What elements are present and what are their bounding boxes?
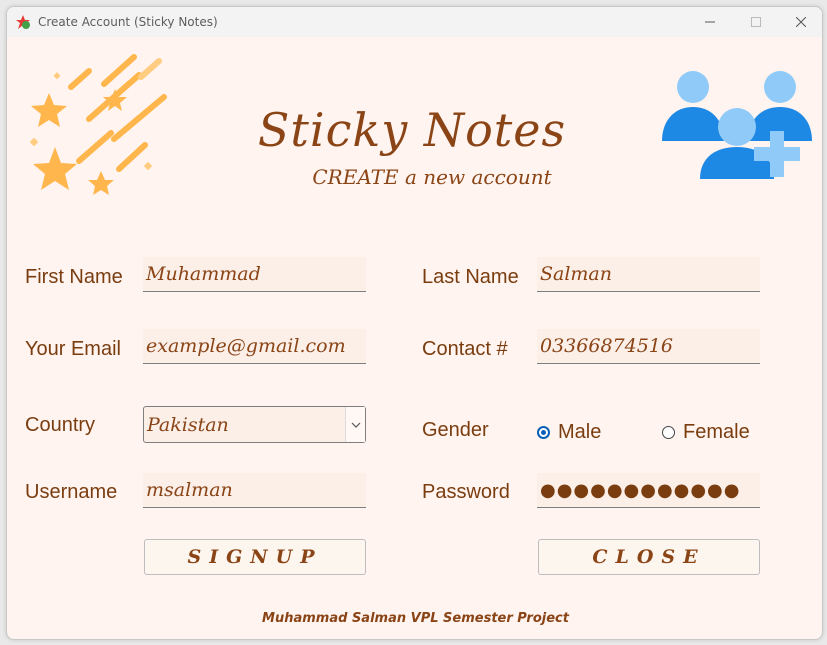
last-name-label: Last Name	[422, 266, 519, 288]
gender-female-label: Female	[683, 421, 750, 443]
maximize-icon	[751, 17, 761, 27]
minimize-button[interactable]	[687, 7, 733, 37]
gender-male-label: Male	[558, 421, 602, 443]
minimize-icon	[705, 21, 715, 23]
radio-checked-icon	[537, 426, 550, 439]
add-users-icon	[662, 71, 812, 179]
email-field[interactable]: example@gmail.com	[143, 329, 366, 364]
first-name-label: First Name	[25, 266, 123, 288]
app-subtitle: CREATE a new account	[312, 165, 552, 189]
create-account-window: Create Account (Sticky Notes) Sticky Not…	[6, 6, 823, 640]
close-button[interactable]: CLOSE	[538, 539, 760, 575]
gender-label: Gender	[422, 419, 489, 441]
maximize-button[interactable]	[733, 7, 779, 37]
contact-field[interactable]: 03366874516	[537, 329, 760, 364]
username-field[interactable]: msalman	[143, 473, 366, 508]
country-label: Country	[25, 414, 96, 436]
radio-unchecked-icon	[662, 426, 675, 439]
last-name-field[interactable]: Salman	[537, 257, 760, 292]
window-title: Create Account (Sticky Notes)	[38, 15, 218, 29]
email-label: Your Email	[25, 338, 121, 360]
country-selected-value: Pakistan	[147, 413, 229, 436]
footer-credit: Muhammad Salman VPL Semester Project	[262, 611, 569, 626]
app-title: Sticky Notes	[257, 103, 567, 157]
password-field[interactable]: ●●●●●●●●●●●●	[537, 473, 760, 508]
close-icon	[796, 17, 806, 27]
close-window-button[interactable]	[778, 7, 822, 37]
country-select[interactable]: Pakistan	[143, 406, 366, 443]
contact-label: Contact #	[422, 338, 508, 360]
signup-button[interactable]: SIGNUP	[144, 539, 366, 575]
gender-female-radio[interactable]: Female	[662, 421, 750, 444]
chevron-down-icon[interactable]	[345, 407, 365, 442]
username-label: Username	[25, 481, 118, 503]
password-label: Password	[422, 481, 510, 503]
title-bar: Create Account (Sticky Notes)	[7, 7, 822, 37]
shooting-stars-icon	[29, 54, 167, 195]
first-name-field[interactable]: Muhammad	[143, 257, 366, 292]
gender-male-radio[interactable]: Male	[537, 421, 601, 444]
sticky-notes-app-icon	[15, 14, 31, 30]
